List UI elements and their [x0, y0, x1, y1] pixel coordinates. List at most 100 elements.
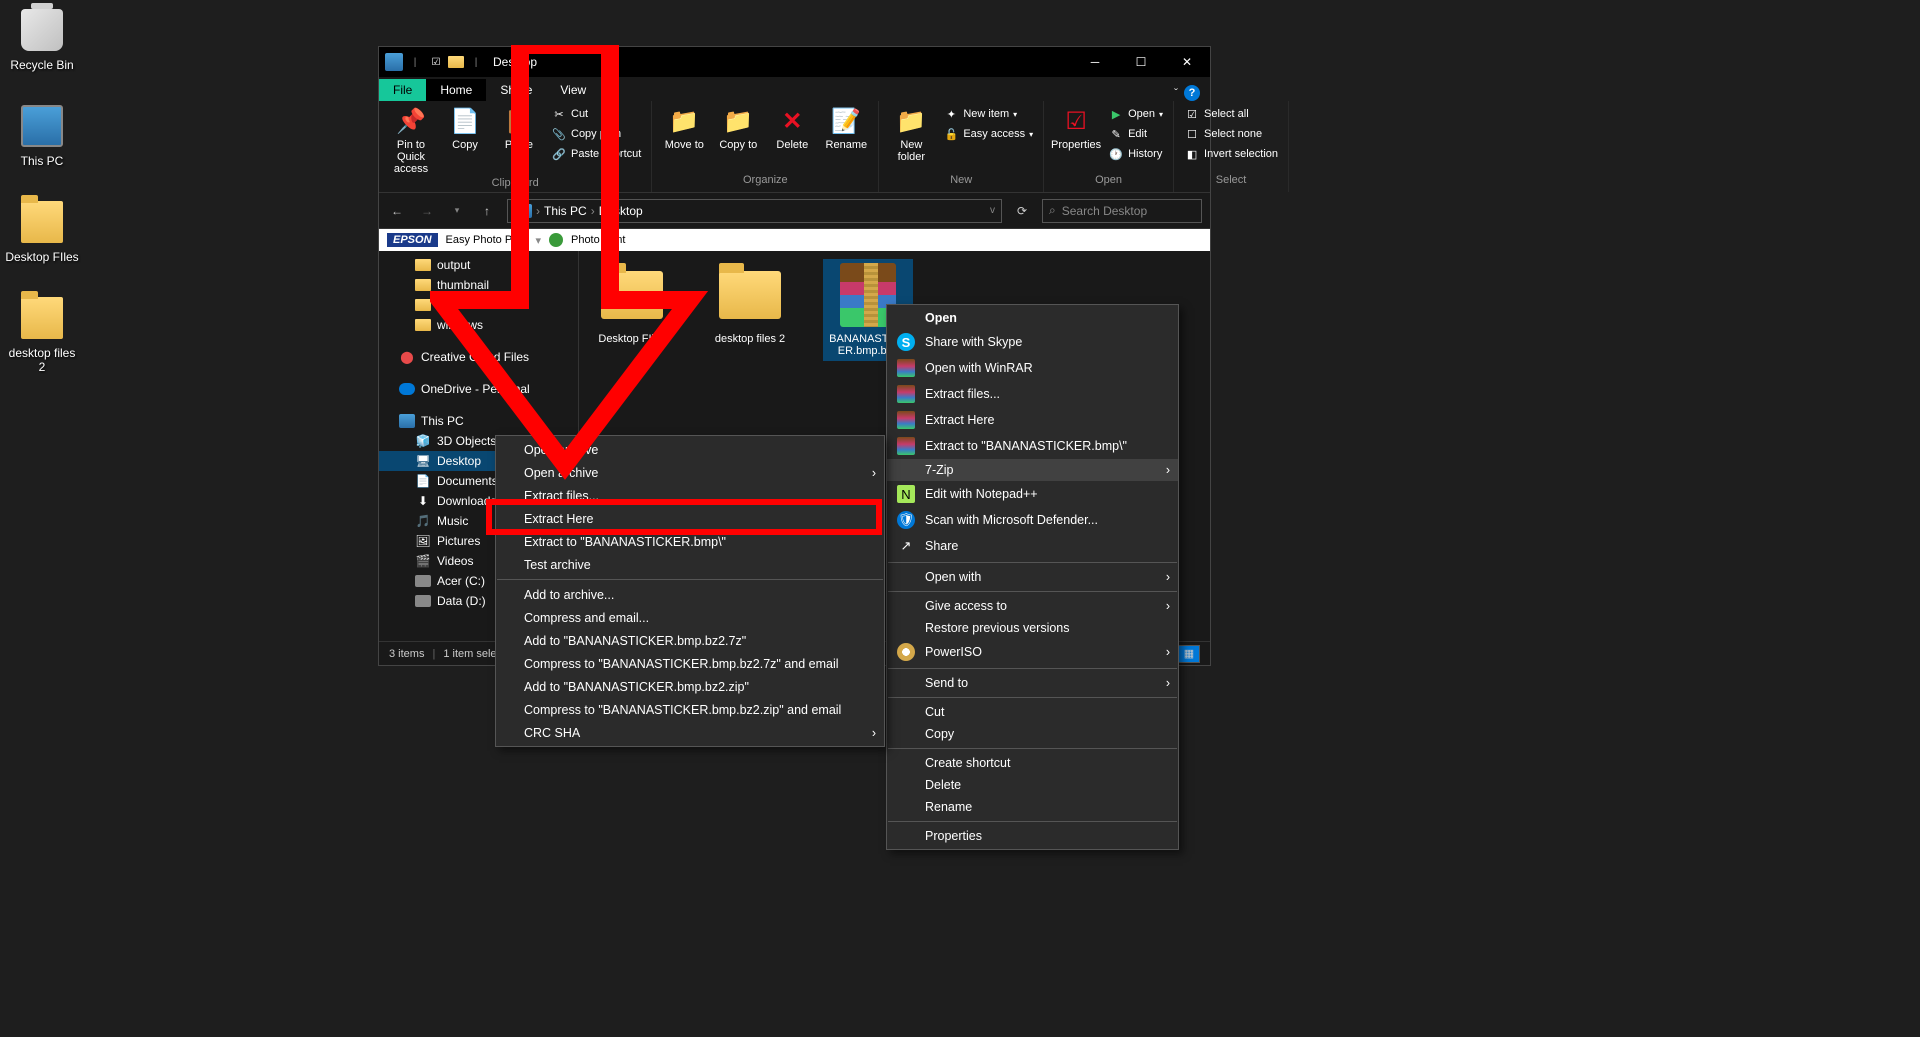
menu-item[interactable]: Properties [887, 825, 1178, 847]
titlebar[interactable]: | ☑ | Desktop ─ ☐ ✕ [379, 47, 1210, 77]
submenu-item[interactable]: Add to "BANANASTICKER.bmp.bz2.zip" [496, 675, 884, 698]
menu-item[interactable]: Create shortcut [887, 752, 1178, 774]
tab-file[interactable]: File [379, 79, 426, 101]
desktop-files[interactable]: Desktop FIles [4, 198, 80, 264]
rename-button[interactable]: 📝Rename [822, 105, 870, 151]
context-menu[interactable]: OpenSShare with SkypeOpen with WinRARExt… [886, 304, 1179, 850]
menu-item[interactable]: Extract to "BANANASTICKER.bmp\" [887, 433, 1178, 459]
submenu-item[interactable]: Compress and email... [496, 606, 884, 629]
minimize-button[interactable]: ─ [1072, 47, 1118, 77]
menu-item[interactable]: Extract Here [887, 407, 1178, 433]
nav-back-button[interactable]: ← [387, 201, 407, 221]
window-title: Desktop [493, 55, 537, 69]
defender-icon: 🛡 [897, 511, 915, 529]
close-button[interactable]: ✕ [1164, 47, 1210, 77]
nav-item[interactable]: windows [379, 315, 578, 335]
move-to-button[interactable]: 📁Move to [660, 105, 708, 151]
clipboard-group-label: Clipboard [492, 175, 539, 191]
menu-item[interactable]: Rename [887, 796, 1178, 818]
menu-item[interactable]: 🛡Scan with Microsoft Defender... [887, 507, 1178, 533]
menu-item[interactable]: Copy [887, 723, 1178, 745]
menu-item[interactable]: SShare with Skype [887, 329, 1178, 355]
menu-item[interactable]: Open with› [887, 566, 1178, 588]
photo-print-text[interactable]: Photo Print [571, 234, 625, 246]
properties-button[interactable]: ☑Properties [1052, 105, 1100, 151]
history-button[interactable]: 🕐History [1106, 145, 1165, 163]
desktop-files-folder[interactable]: Desktop FIles [587, 259, 677, 349]
copy-button[interactable]: 📄Copy [441, 105, 489, 151]
submenu-item[interactable]: Extract to "BANANASTICKER.bmp\" [496, 530, 884, 553]
menu-item[interactable]: 7-Zip› [887, 459, 1178, 481]
submenu-item[interactable]: Compress to "BANANASTICKER.bmp.bz2.zip" … [496, 698, 884, 721]
breadcrumb-current[interactable]: Desktop [599, 204, 643, 218]
nav-forward-button[interactable]: → [417, 201, 437, 221]
submenu-item[interactable]: Open archive› [496, 461, 884, 484]
ribbon-collapse-icon[interactable]: ˇ [1174, 86, 1178, 100]
nav-item[interactable]: windows [379, 295, 578, 315]
menu-item[interactable]: NEdit with Notepad++ [887, 481, 1178, 507]
desktop-files-2[interactable]: desktop files 2 [4, 294, 80, 374]
submenu-arrow-icon: › [1166, 645, 1170, 659]
paste-button[interactable]: 📋Paste [495, 105, 543, 151]
qat-separator: | [406, 53, 424, 71]
breadcrumb-root[interactable]: This PC [544, 204, 587, 218]
search-input[interactable]: ⌕ Search Desktop [1042, 199, 1202, 223]
menu-item[interactable]: Delete [887, 774, 1178, 796]
nav-this-pc[interactable]: This PC [379, 411, 578, 431]
nav-recent-button[interactable]: ▾ [447, 201, 467, 221]
tab-home[interactable]: Home [426, 79, 486, 101]
menu-item[interactable]: Open with WinRAR [887, 355, 1178, 381]
select-none-button[interactable]: ☐Select none [1182, 125, 1280, 143]
nav-item[interactable]: thumbnail [379, 275, 578, 295]
properties-icon[interactable]: ☑ [427, 53, 445, 71]
tab-view[interactable]: View [546, 79, 600, 101]
edit-button[interactable]: ✎Edit [1106, 125, 1165, 143]
menu-item[interactable]: Restore previous versions [887, 617, 1178, 639]
desktop-files-2-folder[interactable]: desktop files 2 [705, 259, 795, 349]
submenu-item[interactable]: Open archive [496, 438, 884, 461]
nav-item[interactable]: output [379, 255, 578, 275]
select-all-button[interactable]: ☑Select all [1182, 105, 1280, 123]
this-pc[interactable]: This PC [4, 102, 80, 168]
submenu-item[interactable]: Add to archive... [496, 583, 884, 606]
delete-button[interactable]: ✕Delete [768, 105, 816, 151]
new-item-button[interactable]: ✦New item▾ [941, 105, 1035, 123]
pin-quick-access-button[interactable]: 📌Pin to Quick access [387, 105, 435, 175]
menu-item[interactable]: Send to› [887, 672, 1178, 694]
photo-print-icon [549, 233, 563, 247]
folder-icon[interactable] [448, 56, 464, 68]
menu-item[interactable]: Open [887, 307, 1178, 329]
invert-selection-button[interactable]: ◧Invert selection [1182, 145, 1280, 163]
submenu-item[interactable]: Test archive [496, 553, 884, 576]
nav-onedrive[interactable]: OneDrive - Personal [379, 379, 578, 399]
refresh-button[interactable]: ⟳ [1012, 201, 1032, 221]
paste-shortcut-button[interactable]: 🔗Paste shortcut [549, 145, 643, 163]
menu-item[interactable]: PowerISO› [887, 639, 1178, 665]
menu-item[interactable]: Extract files... [887, 381, 1178, 407]
icons-view-button[interactable]: ▦ [1178, 645, 1200, 663]
copy-path-button[interactable]: 📎Copy path [549, 125, 643, 143]
copy-to-button[interactable]: 📁Copy to [714, 105, 762, 151]
nav-up-button[interactable]: ↑ [477, 201, 497, 221]
nav-creative-cloud[interactable]: ⬤Creative Cloud Files [379, 347, 578, 367]
open-button[interactable]: ▶Open▾ [1106, 105, 1165, 123]
new-folder-button[interactable]: 📁New folder [887, 105, 935, 163]
submenu-item[interactable]: Compress to "BANANASTICKER.bmp.bz2.7z" a… [496, 652, 884, 675]
submenu-item[interactable]: Extract files... [496, 484, 884, 507]
skype-icon: S [897, 333, 915, 351]
recycle-bin[interactable]: Recycle Bin [4, 6, 80, 72]
epson-text[interactable]: Easy Photo Print [446, 234, 528, 246]
menu-item[interactable]: ↗Share [887, 533, 1178, 559]
submenu-item[interactable]: Extract Here [496, 507, 884, 530]
submenu-item[interactable]: CRC SHA› [496, 721, 884, 744]
cut-button[interactable]: ✂Cut [549, 105, 643, 123]
submenu-item[interactable]: Add to "BANANASTICKER.bmp.bz2.7z" [496, 629, 884, 652]
easy-access-button[interactable]: 🔓Easy access▾ [941, 125, 1035, 143]
help-icon[interactable]: ? [1184, 85, 1200, 101]
7zip-submenu[interactable]: Open archiveOpen archive›Extract files..… [495, 435, 885, 747]
tab-share[interactable]: Share [486, 79, 546, 101]
menu-item[interactable]: Give access to› [887, 595, 1178, 617]
menu-item[interactable]: Cut [887, 701, 1178, 723]
maximize-button[interactable]: ☐ [1118, 47, 1164, 77]
breadcrumb[interactable]: › This PC › Desktop v [507, 199, 1002, 223]
